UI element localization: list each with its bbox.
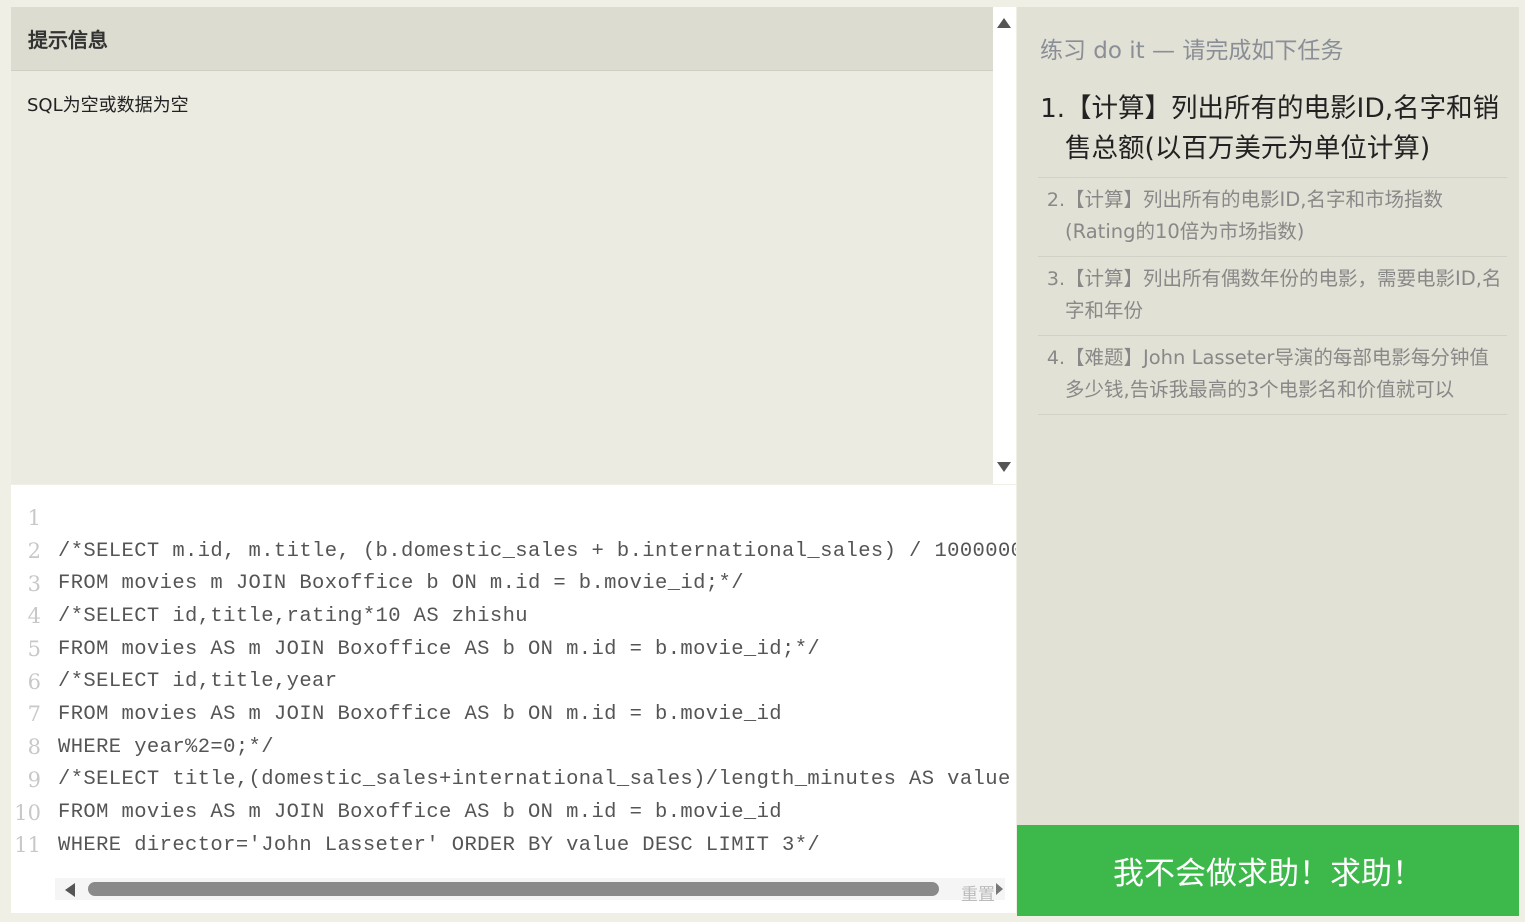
hint-message: SQL为空或数据为空 [27,95,189,116]
task-text: 【难题】John Lasseter导演的每部电影每分钟值多少钱,告诉我最高的3个… [1065,346,1489,401]
line-number: 10 [14,800,41,825]
code-line[interactable]: 11 WHERE director='John Lasseter' ORDER B… [11,829,1016,862]
task-number: 4. [1046,347,1065,369]
line-number: 4 [27,604,41,629]
line-code[interactable]: /*SELECT id,title,year [58,670,337,693]
editor-horizontal-scrollbar[interactable]: 重置 [55,878,1005,905]
code-line[interactable]: 6 /*SELECT id,title,year [11,665,1016,698]
hint-title: 提示信息 [28,28,108,52]
code-line[interactable]: 10 FROM movies AS m JOIN Boxoffice AS b O… [11,796,1016,829]
line-number: 1 [27,506,41,531]
reset-button[interactable]: 重置 [961,880,995,905]
code-line[interactable]: 5 FROM movies AS m JOIN Boxoffice AS b ON… [11,633,1016,666]
line-code[interactable]: /*SELECT id,title,rating*10 AS zhishu [58,605,528,628]
line-number: 9 [27,767,41,792]
line-number: 2 [27,539,41,564]
hint-panel: 提示信息 SQL为空或数据为空 [11,7,994,484]
line-number: 8 [27,735,41,760]
task-heading: 练习 do it — 请完成如下任务 [1040,38,1344,64]
hint-header: 提示信息 [11,7,993,71]
task-number: 3. [1046,268,1065,290]
scroll-up-arrow-icon[interactable] [997,18,1011,28]
line-number: 11 [14,833,41,858]
code-line[interactable]: 7 FROM movies AS m JOIN Boxoffice AS b ON… [11,698,1016,731]
line-number: 7 [27,702,41,727]
code-line[interactable]: 9 /*SELECT title,(domestic_sales+internat… [11,764,1016,797]
line-code[interactable]: FROM movies m JOIN Boxoffice b ON m.id =… [58,572,744,595]
hint-vertical-scrollbar[interactable] [993,7,1016,484]
horizontal-scroll-thumb[interactable] [88,882,939,896]
task-number: 2. [1046,189,1065,211]
task-text: 【计算】列出所有的电影ID,名字和销售总额(以百万美元为单位计算) [1065,93,1500,164]
line-code[interactable]: FROM movies AS m JOIN Boxoffice AS b ON … [58,801,782,824]
code-line[interactable]: 1 [11,502,1016,535]
line-code[interactable]: /*SELECT title,(domestic_sales+internati… [58,768,1011,791]
task-item-active[interactable]: 1. 【计算】列出所有的电影ID,名字和销售总额(以百万美元为单位计算) [1038,85,1507,178]
code-line[interactable]: 4 /*SELECT id,title,rating*10 AS zhishu [11,600,1016,633]
task-panel: 练习 do it — 请完成如下任务 1. 【计算】列出所有的电影ID,名字和销… [1017,7,1519,825]
line-code[interactable]: /*SELECT m.id, m.title, (b.domestic_sale… [58,540,1016,563]
task-text: 【计算】列出所有的电影ID,名字和市场指数(Rating的10倍为市场指数) [1065,188,1443,243]
line-code[interactable]: WHERE director='John Lasseter' ORDER BY … [58,834,820,857]
code-lines[interactable]: 1 2 /*SELECT m.id, m.title, (b.domestic_s… [11,502,1016,862]
line-code[interactable]: FROM movies AS m JOIN Boxoffice AS b ON … [58,638,820,661]
line-number: 3 [27,571,41,596]
task-item[interactable]: 4. 【难题】John Lasseter导演的每部电影每分钟值多少钱,告诉我最高… [1038,336,1507,415]
line-number: 6 [27,669,41,694]
task-number: 1. [1040,94,1065,124]
code-line[interactable]: 3 FROM movies m JOIN Boxoffice b ON m.id … [11,567,1016,600]
task-text: 【计算】列出所有偶数年份的电影，需要电影ID,名字和年份 [1065,267,1502,322]
scroll-down-arrow-icon[interactable] [997,462,1011,472]
code-line[interactable]: 8 WHERE year%2=0;*/ [11,731,1016,764]
scroll-left-arrow-icon[interactable] [65,883,75,897]
task-list: 1. 【计算】列出所有的电影ID,名字和销售总额(以百万美元为单位计算) 2. … [1038,85,1507,415]
line-number: 5 [27,637,41,662]
code-line[interactable]: 2 /*SELECT m.id, m.title, (b.domestic_sal… [11,535,1016,568]
line-code[interactable]: FROM movies AS m JOIN Boxoffice AS b ON … [58,703,782,726]
sql-code-editor[interactable]: 1 2 /*SELECT m.id, m.title, (b.domestic_s… [11,485,1016,913]
help-button[interactable]: 我不会做求助！求助！ [1017,825,1519,916]
scroll-right-arrow-icon[interactable] [996,883,1003,895]
line-code[interactable]: WHERE year%2=0;*/ [58,736,274,759]
task-item[interactable]: 3. 【计算】列出所有偶数年份的电影，需要电影ID,名字和年份 [1038,257,1507,336]
task-item[interactable]: 2. 【计算】列出所有的电影ID,名字和市场指数(Rating的10倍为市场指数… [1038,178,1507,257]
